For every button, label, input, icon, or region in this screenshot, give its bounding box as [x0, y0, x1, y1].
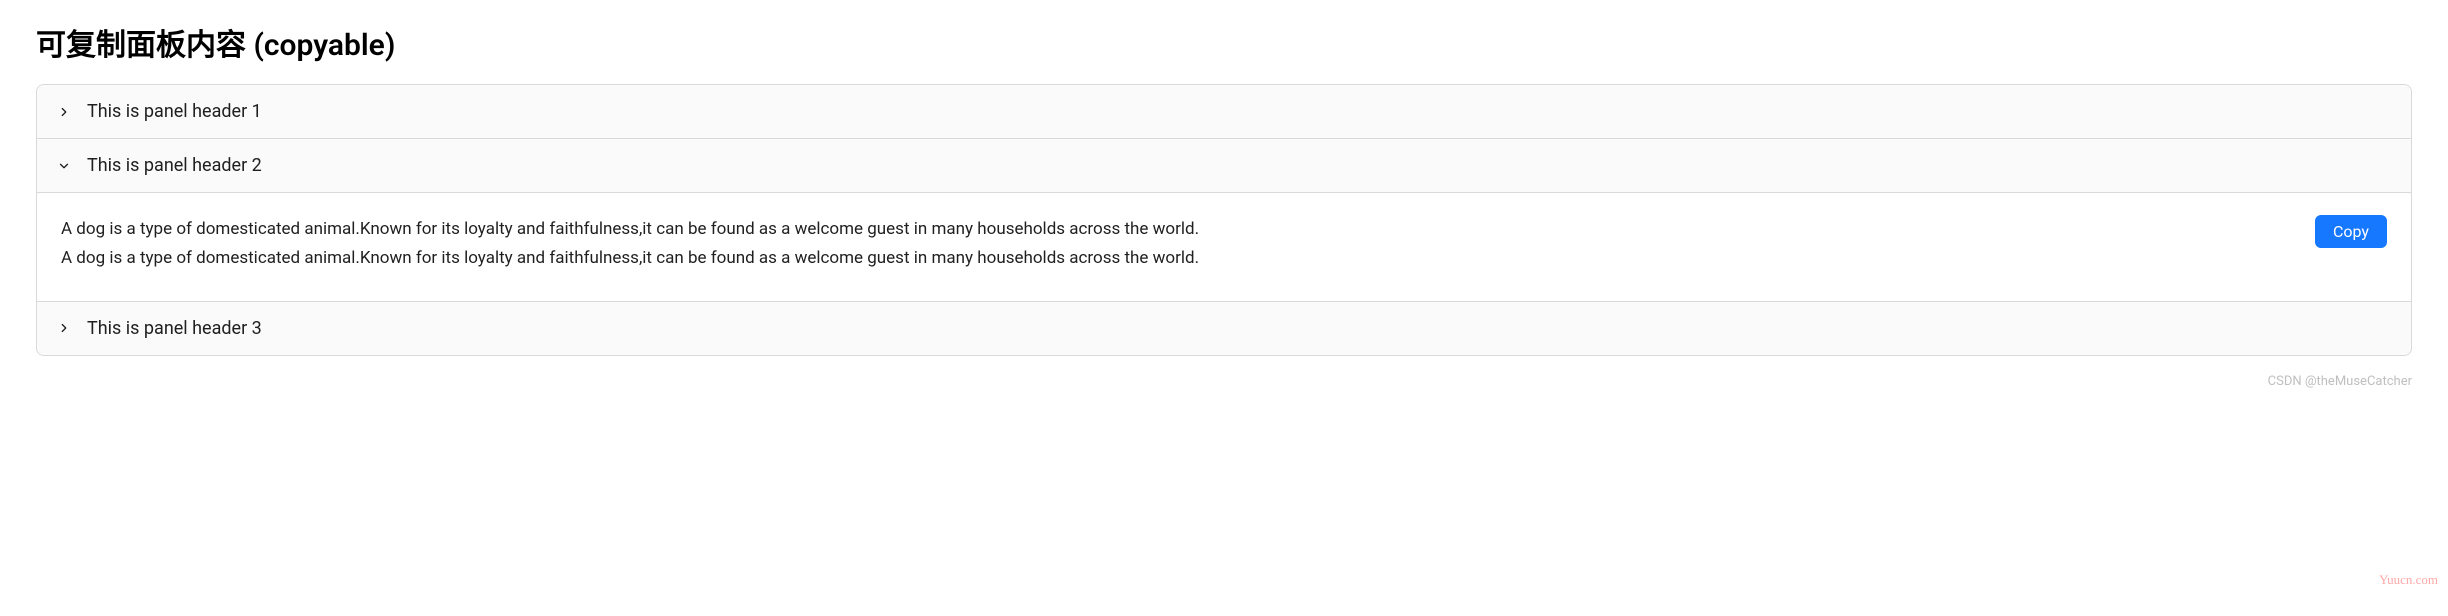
chevron-right-icon — [57, 321, 71, 335]
collapse-container: This is panel header 1 This is panel hea… — [36, 84, 2412, 356]
panel-content-text: A dog is a type of domesticated animal.K… — [61, 215, 2291, 273]
panel-header-3[interactable]: This is panel header 3 — [37, 302, 2411, 355]
page-title: 可复制面板内容 (copyable) — [36, 20, 2412, 64]
panel-3: This is panel header 3 — [37, 302, 2411, 355]
panel-content-2: A dog is a type of domesticated animal.K… — [37, 192, 2411, 301]
content-line-2: A dog is a type of domesticated animal.K… — [61, 244, 2291, 273]
copy-button[interactable]: Copy — [2315, 215, 2387, 248]
panel-header-2[interactable]: This is panel header 2 — [37, 139, 2411, 192]
panel-header-label: This is panel header 2 — [87, 155, 262, 176]
panel-header-label: This is panel header 3 — [87, 318, 262, 339]
panel-2: This is panel header 2 A dog is a type o… — [37, 139, 2411, 302]
panel-header-label: This is panel header 1 — [87, 101, 262, 122]
panel-header-1[interactable]: This is panel header 1 — [37, 85, 2411, 138]
watermark: Yuucn.com — [2379, 572, 2438, 588]
chevron-down-icon — [57, 159, 71, 173]
panel-1: This is panel header 1 — [37, 85, 2411, 139]
footer-credit: CSDN @theMuseCatcher — [36, 374, 2412, 389]
content-line-1: A dog is a type of domesticated animal.K… — [61, 215, 2291, 244]
chevron-right-icon — [57, 105, 71, 119]
